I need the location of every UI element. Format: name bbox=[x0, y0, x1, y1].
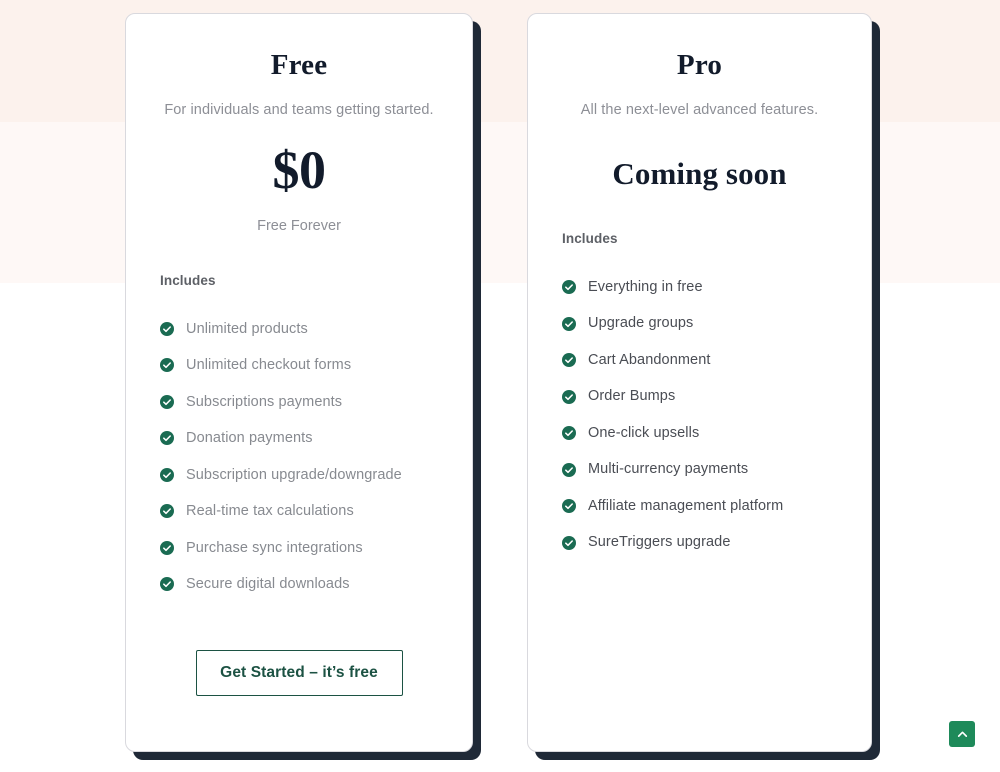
plan-subtitle-pro: All the next-level advanced features. bbox=[580, 102, 819, 118]
feature-item: Subscription upgrade/downgrade bbox=[160, 457, 438, 494]
check-circle-icon bbox=[562, 353, 576, 368]
includes-label-pro: Includes bbox=[562, 231, 618, 246]
cta-wrapper-free: Get Started – it’s free bbox=[160, 603, 438, 696]
plan-price-note-free: Free Forever bbox=[257, 217, 341, 234]
feature-label: Unlimited products bbox=[186, 320, 308, 337]
plan-title-free: Free bbox=[270, 49, 328, 81]
feature-label: Affiliate management platform bbox=[588, 497, 784, 514]
plan-price-pro: Coming soon bbox=[612, 156, 787, 191]
check-circle-icon bbox=[160, 394, 174, 409]
feature-label: Everything in free bbox=[588, 278, 703, 295]
feature-label: Multi-currency payments bbox=[588, 461, 749, 478]
feature-item: Affiliate management platform bbox=[562, 488, 837, 525]
feature-list-pro: Everything in free Upgrade groups Cart Aba… bbox=[562, 246, 837, 561]
feature-label: One-click upsells bbox=[588, 424, 700, 441]
feature-label: Purchase sync integrations bbox=[186, 539, 363, 556]
feature-item: SureTriggers upgrade bbox=[562, 525, 837, 562]
check-circle-icon bbox=[160, 577, 174, 592]
check-circle-icon bbox=[160, 467, 174, 482]
feature-item: Real-time tax calculations bbox=[160, 493, 438, 530]
feature-item: Subscriptions payments bbox=[160, 384, 438, 421]
feature-label: Order Bumps bbox=[588, 388, 676, 405]
price-block-free: $0 Free Forever bbox=[160, 118, 438, 234]
feature-label: Donation payments bbox=[186, 430, 313, 447]
check-circle-icon bbox=[160, 358, 174, 373]
feature-item: One-click upsells bbox=[562, 415, 837, 452]
pricing-cards-container: Free For individuals and teams getting s… bbox=[0, 0, 1000, 772]
feature-label: SureTriggers upgrade bbox=[588, 534, 731, 551]
chevron-up-icon bbox=[956, 728, 969, 741]
feature-list-free: Unlimited products Unlimited checkout for… bbox=[160, 288, 438, 603]
check-circle-icon bbox=[562, 280, 576, 295]
feature-item: Upgrade groups bbox=[562, 306, 837, 343]
feature-item: Unlimited checkout forms bbox=[160, 347, 438, 384]
check-circle-icon bbox=[562, 499, 576, 514]
feature-item: Multi-currency payments bbox=[562, 452, 837, 489]
check-circle-icon bbox=[562, 462, 576, 477]
check-circle-icon bbox=[562, 535, 576, 550]
scroll-to-top-button[interactable] bbox=[949, 721, 975, 747]
includes-label-free: Includes bbox=[160, 272, 216, 288]
feature-item: Donation payments bbox=[160, 420, 438, 457]
feature-item: Everything in free bbox=[562, 269, 837, 306]
feature-label: Real-time tax calculations bbox=[186, 503, 354, 520]
feature-label: Cart Abandonment bbox=[588, 351, 711, 368]
get-started-button[interactable]: Get Started – it’s free bbox=[195, 649, 403, 696]
check-circle-icon bbox=[160, 540, 174, 555]
feature-label: Unlimited checkout forms bbox=[186, 357, 352, 374]
check-circle-icon bbox=[160, 504, 174, 519]
pricing-card-free: Free For individuals and teams getting s… bbox=[125, 13, 473, 752]
pricing-card-pro: Pro All the next-level advanced features… bbox=[527, 13, 872, 752]
feature-label: Upgrade groups bbox=[588, 315, 694, 332]
feature-label: Subscription upgrade/downgrade bbox=[186, 466, 402, 483]
feature-item: Unlimited products bbox=[160, 311, 438, 348]
feature-item: Purchase sync integrations bbox=[160, 530, 438, 567]
feature-item: Cart Abandonment bbox=[562, 342, 837, 379]
check-circle-icon bbox=[160, 431, 174, 446]
check-circle-icon bbox=[562, 389, 576, 404]
plan-title-pro: Pro bbox=[676, 49, 723, 81]
plan-price-free: $0 bbox=[272, 140, 327, 200]
feature-label: Secure digital downloads bbox=[186, 576, 350, 593]
feature-item: Secure digital downloads bbox=[160, 566, 438, 603]
check-circle-icon bbox=[562, 426, 576, 441]
plan-subtitle-free: For individuals and teams getting starte… bbox=[164, 102, 434, 118]
check-circle-icon bbox=[562, 316, 576, 331]
feature-label: Subscriptions payments bbox=[186, 393, 343, 410]
feature-item: Order Bumps bbox=[562, 379, 837, 416]
check-circle-icon bbox=[160, 321, 174, 336]
